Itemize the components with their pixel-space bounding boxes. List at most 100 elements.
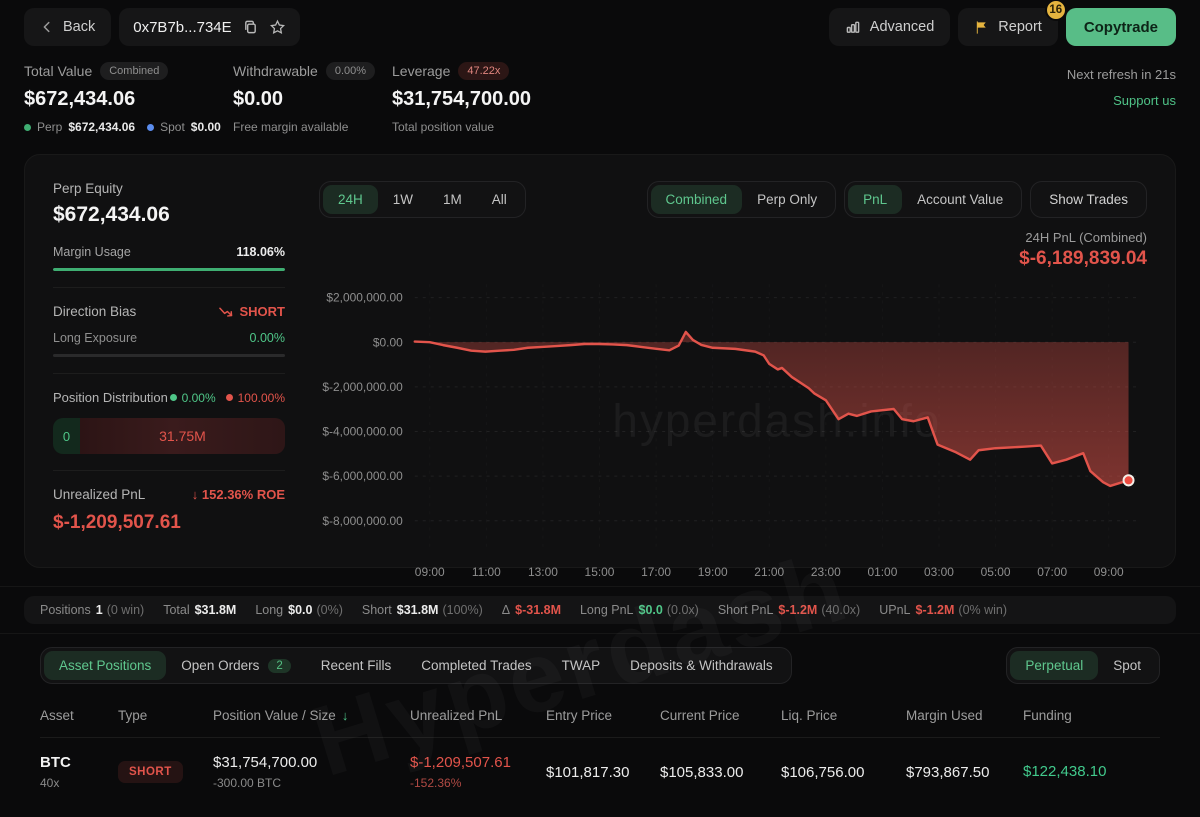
time-range-group: 24H1W1MAll bbox=[319, 181, 526, 218]
svg-text:$-6,000,000.00: $-6,000,000.00 bbox=[322, 469, 403, 483]
tab-open-orders[interactable]: Open Orders2 bbox=[166, 651, 305, 680]
spot-dot-icon bbox=[147, 124, 154, 131]
column-header-liq-price[interactable]: Liq. Price bbox=[781, 708, 906, 723]
spot-value: $0.00 bbox=[191, 120, 221, 134]
refresh-info: Next refresh in 21s Support us bbox=[1067, 62, 1176, 114]
market-spot[interactable]: Spot bbox=[1098, 651, 1156, 680]
support-us-link[interactable]: Support us bbox=[1067, 88, 1176, 114]
show-trades-button[interactable]: Show Trades bbox=[1034, 185, 1143, 214]
position-value-cell: $31,754,700.00-300.00 BTC bbox=[213, 754, 410, 790]
metric-account-value[interactable]: Account Value bbox=[902, 185, 1018, 214]
back-button[interactable]: Back bbox=[24, 8, 111, 46]
account-sidebar: Perp Equity $672,434.06 Margin Usage 118… bbox=[53, 181, 285, 555]
long-exposure-value: 0.00% bbox=[250, 331, 285, 345]
tab-completed-trades[interactable]: Completed Trades bbox=[406, 651, 546, 680]
tab-badge: 2 bbox=[268, 659, 290, 673]
report-button[interactable]: Report 16 bbox=[958, 8, 1058, 46]
copytrade-button[interactable]: Copytrade bbox=[1066, 8, 1176, 46]
entry-price-cell: $101,817.30 bbox=[546, 764, 660, 781]
positions-tabs: Asset PositionsOpen Orders2Recent FillsC… bbox=[40, 647, 792, 684]
mode-perp-only[interactable]: Perp Only bbox=[742, 185, 832, 214]
equity-chart-card: Perp Equity $672,434.06 Margin Usage 118… bbox=[24, 154, 1176, 568]
svg-text:$2,000,000.00: $2,000,000.00 bbox=[326, 291, 403, 305]
direction-bias-label: Direction Bias bbox=[53, 304, 136, 319]
positions-table: AssetTypePosition Value / Size↓Unrealize… bbox=[40, 700, 1160, 810]
asset-cell: BTC40x bbox=[40, 754, 118, 790]
copy-icon[interactable] bbox=[243, 19, 258, 35]
svg-text:$-8,000,000.00: $-8,000,000.00 bbox=[322, 514, 403, 528]
tab-deposits-withdrawals[interactable]: Deposits & Withdrawals bbox=[615, 651, 788, 680]
mode-combined[interactable]: Combined bbox=[651, 185, 743, 214]
star-icon[interactable] bbox=[269, 19, 286, 36]
svg-text:13:00: 13:00 bbox=[528, 565, 558, 579]
leverage-badge: 47.22x bbox=[458, 62, 509, 80]
column-header-position-value-size[interactable]: Position Value / Size↓ bbox=[213, 708, 410, 723]
column-header-margin-used[interactable]: Margin Used bbox=[906, 708, 1023, 723]
stat-leverage: Leverage 47.22x $31,754,700.00 Total pos… bbox=[392, 62, 601, 134]
column-header-current-price[interactable]: Current Price bbox=[660, 708, 781, 723]
perp-value: $672,434.06 bbox=[68, 120, 135, 134]
pnl-value: $-6,189,839.04 bbox=[319, 248, 1147, 270]
short-pct: 100.00% bbox=[226, 391, 285, 405]
withdrawable-label: Withdrawable bbox=[233, 63, 318, 79]
column-header-entry-price[interactable]: Entry Price bbox=[546, 708, 660, 723]
distribution-short-segment: 31.75M bbox=[80, 418, 285, 454]
svg-text:15:00: 15:00 bbox=[585, 565, 615, 579]
metric-pnl[interactable]: PnL bbox=[848, 185, 902, 214]
short-dot-icon bbox=[226, 394, 233, 401]
svg-text:23:00: 23:00 bbox=[811, 565, 841, 579]
distribution-long-segment: 0 bbox=[53, 418, 80, 454]
sort-desc-icon: ↓ bbox=[342, 708, 349, 723]
pnl-caption: 24H PnL (Combined) bbox=[319, 230, 1147, 245]
column-header-asset[interactable]: Asset bbox=[40, 708, 118, 723]
roe-value: ↓ 152.36% ROE bbox=[192, 487, 285, 502]
position-distribution-bar: 0 31.75M bbox=[53, 418, 285, 454]
perp-dot-icon bbox=[24, 124, 31, 131]
column-header-type[interactable]: Type bbox=[118, 708, 213, 723]
leverage-sub: Total position value bbox=[392, 120, 601, 134]
leverage-value: $31,754,700.00 bbox=[392, 88, 601, 111]
perp-label: Perp bbox=[37, 120, 62, 134]
divider bbox=[53, 287, 285, 288]
advanced-button[interactable]: Advanced bbox=[829, 8, 951, 46]
tab-recent-fills[interactable]: Recent Fills bbox=[306, 651, 407, 680]
advanced-label: Advanced bbox=[870, 19, 935, 35]
tab-twap[interactable]: TWAP bbox=[547, 651, 616, 680]
unrealized-pnl-cell: $-1,209,507.61-152.36% bbox=[410, 754, 546, 790]
margin-usage-bar bbox=[53, 268, 285, 271]
range-1m[interactable]: 1M bbox=[428, 185, 477, 214]
combined-badge: Combined bbox=[100, 62, 168, 80]
stat-withdrawable: Withdrawable 0.00% $0.00 Free margin ava… bbox=[233, 62, 392, 134]
svg-text:09:00: 09:00 bbox=[415, 565, 445, 579]
svg-text:01:00: 01:00 bbox=[867, 565, 897, 579]
spot-label: Spot bbox=[160, 120, 185, 134]
divider bbox=[53, 470, 285, 471]
long-exposure-label: Long Exposure bbox=[53, 331, 137, 345]
svg-text:11:00: 11:00 bbox=[472, 565, 501, 579]
total-value-label: Total Value bbox=[24, 63, 92, 79]
position-distribution-label: Position Distribution bbox=[53, 390, 168, 405]
wallet-address-pill[interactable]: 0x7B7b...734E bbox=[119, 8, 299, 46]
column-header-unrealized-pnl[interactable]: Unrealized PnL bbox=[410, 708, 546, 723]
current-price-cell: $105,833.00 bbox=[660, 764, 781, 781]
leverage-label: Leverage bbox=[392, 63, 450, 79]
unrealized-pnl-label: Unrealized PnL bbox=[53, 487, 145, 502]
svg-text:07:00: 07:00 bbox=[1037, 565, 1067, 579]
refresh-countdown: Next refresh in 21s bbox=[1067, 62, 1176, 88]
range-all[interactable]: All bbox=[477, 185, 522, 214]
summary-item: Positions1(0 win) bbox=[40, 603, 144, 617]
range-24h[interactable]: 24H bbox=[323, 185, 378, 214]
position-row-btc[interactable]: BTC40xSHORT$31,754,700.00-300.00 BTC$-1,… bbox=[40, 738, 1160, 810]
type-cell: SHORT bbox=[118, 761, 213, 783]
report-count-badge: 16 bbox=[1045, 0, 1067, 21]
summary-item: Short$31.8M(100%) bbox=[362, 603, 483, 617]
direction-bias-value: SHORT bbox=[219, 304, 286, 319]
column-header-funding[interactable]: Funding bbox=[1023, 708, 1160, 723]
range-1w[interactable]: 1W bbox=[378, 185, 428, 214]
total-value: $672,434.06 bbox=[24, 88, 233, 111]
svg-text:$0.00: $0.00 bbox=[373, 335, 403, 349]
liq-price-cell: $106,756.00 bbox=[781, 764, 906, 781]
pnl-chart[interactable]: 09:0011:0013:0015:0017:0019:0021:0023:00… bbox=[319, 270, 1147, 582]
tab-asset-positions[interactable]: Asset Positions bbox=[44, 651, 166, 680]
market-perpetual[interactable]: Perpetual bbox=[1010, 651, 1098, 680]
